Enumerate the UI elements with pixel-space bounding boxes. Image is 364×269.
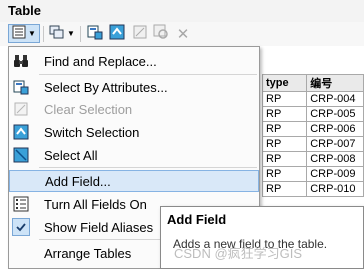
- table-cell: CRP-005: [306, 106, 364, 122]
- toolbar-separator: [80, 26, 81, 42]
- table-row[interactable]: RP CRP-009: [261, 166, 364, 182]
- menu-separator: [39, 74, 257, 75]
- table-cell: CRP-006: [306, 121, 364, 137]
- menu-item-label: Clear Selection: [44, 102, 133, 117]
- related-tables-icon: [49, 25, 65, 42]
- table-options-icon: [12, 25, 26, 42]
- table-cell: RP: [261, 166, 308, 182]
- table-cell: RP: [261, 181, 308, 197]
- menu-item-label: Select All: [44, 148, 98, 163]
- menu-item-label: Add Field...: [45, 174, 111, 189]
- table-cell: CRP-007: [306, 136, 364, 152]
- table-row[interactable]: RP CRP-004: [261, 91, 364, 107]
- watermark: CSDN @疯狂学习GIS: [174, 246, 303, 261]
- table-cell: CRP-008: [306, 151, 364, 167]
- column-header[interactable]: 编号: [306, 74, 364, 92]
- checkmark-icon: [12, 218, 30, 236]
- table-toolbar: ▼ ▼ ✕: [0, 22, 364, 47]
- zoom-to-selected-button[interactable]: [151, 24, 171, 43]
- table-row[interactable]: RP CRP-010: [261, 181, 364, 197]
- chevron-down-icon: ▼: [67, 29, 75, 38]
- clear-selection-button[interactable]: [131, 24, 149, 43]
- delete-icon: ✕: [176, 25, 190, 43]
- table-cell: CRP-010: [306, 181, 364, 197]
- binoculars-icon: [12, 52, 30, 70]
- table-row[interactable]: RP CRP-007: [261, 136, 364, 152]
- tooltip-title: Add Field: [167, 212, 227, 227]
- table-cell: CRP-009: [306, 166, 364, 182]
- menu-item-label: Select By Attributes...: [44, 80, 168, 95]
- table-row[interactable]: RP CRP-005: [261, 106, 364, 122]
- chevron-down-icon: ▼: [28, 29, 36, 38]
- table-cell: CRP-004: [306, 91, 364, 107]
- switch-selection-icon: [12, 123, 30, 141]
- menu-item-add-field[interactable]: Add Field...: [9, 170, 259, 192]
- select-all-icon: [12, 146, 30, 164]
- switch-selection-button[interactable]: [107, 24, 127, 43]
- menu-separator: [39, 167, 257, 168]
- menu-item-select-by-attributes[interactable]: Select By Attributes...: [9, 76, 259, 98]
- menu-item-label: Turn All Fields On: [44, 197, 147, 212]
- table-header-row: type 编号: [261, 74, 364, 92]
- fields-list-icon: [12, 195, 30, 213]
- table-grid: type 编号 RP CRP-004 RP CRP-005 RP CRP-006…: [261, 74, 364, 197]
- toolbar-separator: [43, 26, 44, 42]
- menu-item-label: Arrange Tables: [44, 246, 132, 261]
- table-options-button[interactable]: ▼: [8, 24, 40, 43]
- table-cell: RP: [261, 106, 308, 122]
- related-tables-button[interactable]: ▼: [47, 24, 77, 43]
- table-cell: RP: [261, 151, 308, 167]
- select-by-attributes-icon: [87, 24, 103, 43]
- menu-item-label: Find and Replace...: [44, 54, 157, 69]
- table-row[interactable]: RP CRP-006: [261, 121, 364, 137]
- table-cell: RP: [261, 121, 308, 137]
- delete-selected-button[interactable]: ✕: [174, 24, 192, 43]
- clear-selection-icon: [12, 100, 30, 118]
- clear-selection-icon: [133, 25, 147, 42]
- select-by-attributes-button[interactable]: [85, 24, 105, 43]
- column-header[interactable]: type: [261, 74, 308, 92]
- menu-item-switch-selection[interactable]: Switch Selection: [9, 121, 259, 143]
- menu-item-find-replace[interactable]: Find and Replace...: [9, 50, 259, 72]
- window-title: Table: [8, 3, 41, 18]
- menu-item-select-all[interactable]: Select All: [9, 144, 259, 166]
- menu-item-clear-selection[interactable]: Clear Selection: [9, 98, 259, 120]
- table-cell: RP: [261, 136, 308, 152]
- menu-item-label: Switch Selection: [44, 125, 140, 140]
- menu-item-label: Show Field Aliases: [44, 220, 154, 235]
- switch-selection-icon: [109, 24, 125, 43]
- zoom-to-selected-icon: [153, 24, 169, 43]
- table-row[interactable]: RP CRP-008: [261, 151, 364, 167]
- table-cell: RP: [261, 91, 308, 107]
- window-titlebar: Table: [0, 0, 364, 23]
- select-by-attributes-icon: [12, 78, 30, 96]
